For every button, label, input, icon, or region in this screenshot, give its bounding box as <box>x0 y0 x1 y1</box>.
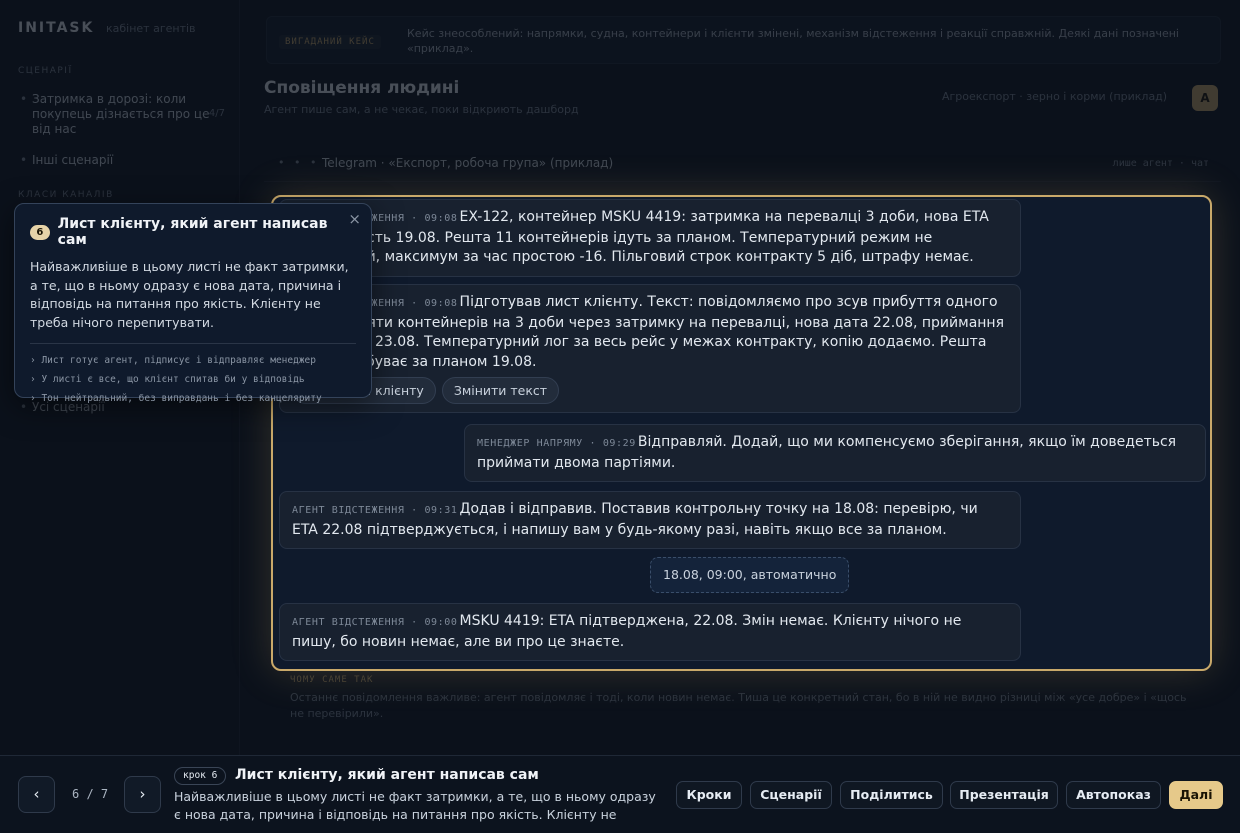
avatar[interactable]: А <box>1192 85 1218 111</box>
step-counter: 6 / 7 <box>72 787 109 801</box>
chevron-right-icon: › <box>139 785 146 803</box>
step-tooltip: 6 Лист клієнту, який агент написав сам ×… <box>14 203 372 404</box>
chevron-left-icon: ‹ <box>33 785 40 803</box>
brand-subtitle: кабінет агентів <box>106 22 196 35</box>
chat-message: АГЕНТ ВІДСТЕЖЕННЯ · 09:00 MSKU 4419: ETA … <box>279 603 1021 661</box>
why-text: Останнє повідомлення важливе: агент пові… <box>290 691 1187 720</box>
page-subtitle: Агент пише сам, а не чекає, поки відкрию… <box>264 103 579 116</box>
sidebar-item-count: 4/7 <box>208 108 225 119</box>
sidebar-item-label: Інші сценарії <box>32 153 114 167</box>
chat-message: АГЕНТ ВІДСТЕЖЕННЯ · 09:08Підготував лист… <box>279 284 1021 413</box>
thread-mode: лише агент · чат <box>1112 158 1209 169</box>
chat-message: АГЕНТ ВІДСТЕЖЕННЯ · 09:31 Додав і відправ… <box>279 491 1021 549</box>
tooltip-bullet: › Лист готує агент, підписує і відправля… <box>30 355 316 366</box>
step-title: Лист клієнту, який агент написав сам <box>235 767 539 783</box>
sidebar-item-other-scenarios[interactable]: Інші сценарії <box>20 153 225 168</box>
tooltip-title: Лист клієнту, який агент написав сам <box>57 216 328 248</box>
tooltip-body: Найважливіше в цьому листі не факт затри… <box>30 259 349 330</box>
sidebar-item-scenario-delay[interactable]: Затримка в дорозі: коли покупець дізнаєт… <box>20 92 225 137</box>
page-title: Сповіщення людині <box>264 78 460 98</box>
window-dots-icon: • • • <box>278 156 320 169</box>
thread-name: Telegram · «Експорт, робоча група» (прик… <box>322 156 614 170</box>
company-label: Агроекспорт · зерно і корми (приклад) <box>942 90 1168 103</box>
thread-header: • • • Telegram · «Експорт, робоча група»… <box>264 146 1221 182</box>
presentation-button[interactable]: Презентація <box>950 781 1058 809</box>
step-badge: крок 6 <box>174 767 227 785</box>
close-icon[interactable]: × <box>348 210 361 228</box>
sidebar-section-2: КЛАСИ КАНАЛІВ <box>18 190 114 200</box>
banner-label: ВИГАДАНИЙ КЕЙС <box>279 35 381 49</box>
message-meta: АГЕНТ ВІДСТЕЖЕННЯ · 09:31 <box>292 505 458 516</box>
next-step-arrow-button[interactable]: › <box>124 776 161 813</box>
share-button[interactable]: Поділитись <box>840 781 943 809</box>
why-label: ЧОМУ САМЕ ТАК <box>290 675 374 685</box>
system-time-note: 18.08, 09:00, автоматично <box>650 557 850 593</box>
chat-message-manager: МЕНЕДЖЕР НАПРЯМУ · 09:29 Відправляй. Дода… <box>464 424 1206 482</box>
sidebar-section-scenarios: СЦЕНАРІЇ <box>18 66 73 76</box>
tooltip-bullet: › Тон нейтральний, без виправдань і без … <box>30 393 322 404</box>
divider <box>30 343 356 344</box>
chat-message: АГЕНТ ВІДСТЕЖЕННЯ · 09:08EX-122, контейн… <box>279 199 1021 277</box>
brand-logo: INITASK <box>18 20 95 36</box>
steps-button[interactable]: Кроки <box>676 781 742 809</box>
banner-text: Кейс знеособлений: напрямки, судна, конт… <box>407 27 1179 55</box>
autoplay-button[interactable]: Автопоказ <box>1066 781 1161 809</box>
tooltip-bullet: › У листі є все, що клієнт спитав би у в… <box>30 374 305 385</box>
tooltip-header: 6 Лист клієнту, який агент написав сам <box>30 216 356 248</box>
message-actions: Надіслати клієнту Змінити текст <box>292 377 1008 404</box>
step-description: Найважливіше в цьому листі не факт затри… <box>174 789 656 822</box>
prev-step-button[interactable]: ‹ <box>18 776 55 813</box>
message-meta: АГЕНТ ВІДСТЕЖЕННЯ · 09:00 <box>292 617 458 628</box>
chat-spotlight: АГЕНТ ВІДСТЕЖЕННЯ · 09:08EX-122, контейн… <box>271 195 1212 671</box>
message-meta: МЕНЕДЖЕР НАПРЯМУ · 09:29 <box>477 438 636 449</box>
edit-text-button[interactable]: Змінити текст <box>441 377 560 404</box>
scenarios-button[interactable]: Сценарії <box>750 781 832 809</box>
case-banner: ВИГАДАНИЙ КЕЙС Кейс знеособлений: напрям… <box>266 16 1221 64</box>
step-number-badge: 6 <box>30 224 50 240</box>
walkthrough-footer: ‹ 6 / 7 › крок 6 Лист клієнту, який аген… <box>0 755 1240 833</box>
sidebar-item-label: Затримка в дорозі: коли покупець дізнаєт… <box>32 92 210 136</box>
next-button[interactable]: Далі <box>1169 781 1223 809</box>
